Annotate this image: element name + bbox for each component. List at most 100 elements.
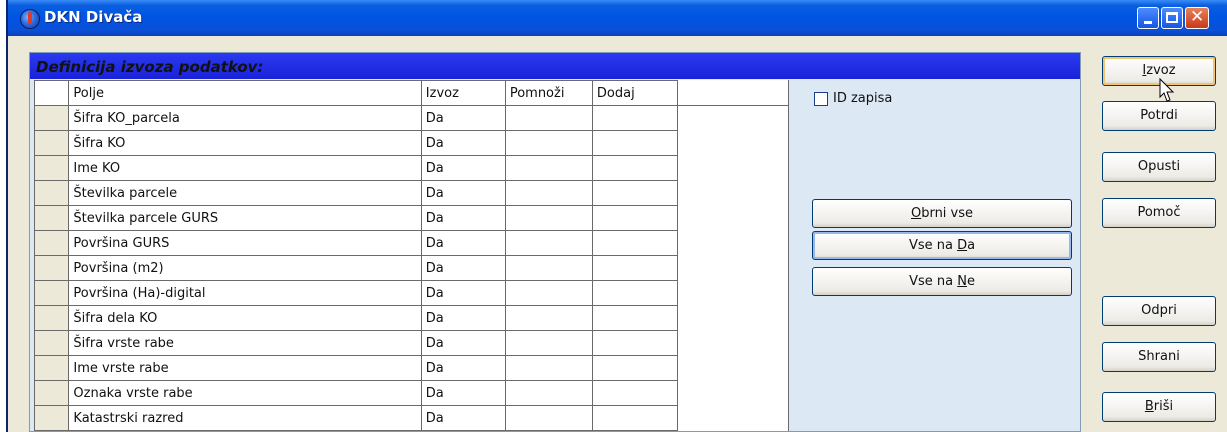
cell-izvoz[interactable]: Da xyxy=(420,380,506,406)
table-row[interactable]: Površina (m2) Da xyxy=(33,255,679,281)
column-header-polje[interactable]: Polje xyxy=(68,80,422,106)
obrni-vse-button[interactable]: Obrni vse xyxy=(812,199,1072,228)
shrani-button[interactable]: Shrani xyxy=(1102,342,1216,372)
cell-polje[interactable]: Katastrski razred xyxy=(68,405,422,431)
row-selector[interactable] xyxy=(33,330,70,356)
cell-pomnozi[interactable] xyxy=(504,380,593,406)
cell-polje[interactable]: Šifra vrste rabe xyxy=(68,330,422,356)
column-header-pomnozi[interactable]: Pomnoži xyxy=(504,80,593,106)
table-row[interactable]: Površina GURS Da xyxy=(33,230,679,256)
cell-pomnozi[interactable] xyxy=(504,105,593,131)
cell-dodaj[interactable] xyxy=(591,330,679,356)
row-selector[interactable] xyxy=(33,255,70,281)
cell-polje[interactable]: Površina GURS xyxy=(68,230,422,256)
column-header-dodaj[interactable]: Dodaj xyxy=(591,80,679,106)
cell-izvoz[interactable]: Da xyxy=(420,155,506,181)
cell-pomnozi[interactable] xyxy=(504,230,593,256)
maximize-button[interactable] xyxy=(1161,7,1183,29)
cell-pomnozi[interactable] xyxy=(504,205,593,231)
close-button[interactable]: ✕ xyxy=(1185,7,1209,29)
table-row[interactable]: Šifra vrste rabe Da xyxy=(33,330,679,356)
table-row[interactable]: Površina (Ha)-digital Da xyxy=(33,280,679,306)
table-row[interactable]: Šifra dela KO Da xyxy=(33,305,679,331)
cell-dodaj[interactable] xyxy=(591,355,679,381)
table-row[interactable]: Šifra KO_parcela Da xyxy=(33,105,679,131)
cell-dodaj[interactable] xyxy=(591,255,679,281)
cell-dodaj[interactable] xyxy=(591,130,679,156)
id-zapisa-checkbox-wrap[interactable]: ID zapisa xyxy=(814,91,892,106)
title-bar[interactable]: DKN Divača ✕ xyxy=(8,0,1227,36)
cell-pomnozi[interactable] xyxy=(504,155,593,181)
cell-polje[interactable]: Šifra KO_parcela xyxy=(68,105,422,131)
table-row[interactable]: Šifra KO Da xyxy=(33,130,679,156)
cell-izvoz[interactable]: Da xyxy=(420,130,506,156)
pomoc-button[interactable]: Pomoč xyxy=(1102,198,1216,228)
table-row[interactable]: Številka parcele Da xyxy=(33,180,679,206)
cell-polje[interactable]: Številka parcele xyxy=(68,180,422,206)
opusti-label: Opusti xyxy=(1137,159,1181,174)
cell-polje[interactable]: Ime KO xyxy=(68,155,422,181)
row-selector[interactable] xyxy=(33,205,70,231)
cell-dodaj[interactable] xyxy=(591,405,679,431)
cell-polje[interactable]: Šifra dela KO xyxy=(68,305,422,331)
table-row[interactable]: Oznaka vrste rabe Da xyxy=(33,380,679,406)
cell-pomnozi[interactable] xyxy=(504,255,593,281)
cell-izvoz[interactable]: Da xyxy=(420,305,506,331)
row-selector[interactable] xyxy=(33,280,70,306)
cell-pomnozi[interactable] xyxy=(504,180,593,206)
cell-izvoz[interactable]: Da xyxy=(420,205,506,231)
brisi-button[interactable]: Briši xyxy=(1102,392,1216,422)
opusti-button[interactable]: Opusti xyxy=(1102,152,1216,182)
cell-pomnozi[interactable] xyxy=(504,330,593,356)
cell-dodaj[interactable] xyxy=(591,105,679,131)
minimize-button[interactable] xyxy=(1137,7,1159,29)
odpri-button[interactable]: Odpri xyxy=(1102,296,1216,326)
cell-izvoz[interactable]: Da xyxy=(420,330,506,356)
table-row[interactable]: Številka parcele GURS Da xyxy=(33,205,679,231)
row-selector[interactable] xyxy=(33,230,70,256)
cell-pomnozi[interactable] xyxy=(504,280,593,306)
cell-polje[interactable]: Površina (Ha)-digital xyxy=(68,280,422,306)
cell-izvoz[interactable]: Da xyxy=(420,230,506,256)
cell-pomnozi[interactable] xyxy=(504,130,593,156)
row-selector[interactable] xyxy=(33,380,70,406)
cell-izvoz[interactable]: Da xyxy=(420,355,506,381)
vse-na-ne-button[interactable]: Vse na Ne xyxy=(812,267,1072,296)
cell-dodaj[interactable] xyxy=(591,280,679,306)
row-selector[interactable] xyxy=(33,180,70,206)
cell-izvoz[interactable]: Da xyxy=(420,105,506,131)
cell-pomnozi[interactable] xyxy=(504,305,593,331)
cell-izvoz[interactable]: Da xyxy=(420,255,506,281)
cell-polje[interactable]: Površina (m2) xyxy=(68,255,422,281)
row-selector[interactable] xyxy=(33,105,70,131)
row-selector[interactable] xyxy=(33,155,70,181)
cell-izvoz[interactable]: Da xyxy=(420,180,506,206)
cell-dodaj[interactable] xyxy=(591,180,679,206)
cell-polje[interactable]: Številka parcele GURS xyxy=(68,205,422,231)
row-selector[interactable] xyxy=(33,405,70,431)
cell-dodaj[interactable] xyxy=(591,230,679,256)
cell-polje[interactable]: Oznaka vrste rabe xyxy=(68,380,422,406)
cell-pomnozi[interactable] xyxy=(504,355,593,381)
app-globe-icon[interactable] xyxy=(20,9,40,29)
row-selector[interactable] xyxy=(33,305,70,331)
column-header-izvoz[interactable]: Izvoz xyxy=(420,80,506,106)
cell-dodaj[interactable] xyxy=(591,305,679,331)
cell-izvoz[interactable]: Da xyxy=(420,280,506,306)
table-row[interactable]: Ime KO Da xyxy=(33,155,679,181)
cell-pomnozi[interactable] xyxy=(504,405,593,431)
cell-dodaj[interactable] xyxy=(591,205,679,231)
brisi-accel: B xyxy=(1144,399,1154,414)
cell-izvoz[interactable]: Da xyxy=(420,405,506,431)
cell-dodaj[interactable] xyxy=(591,380,679,406)
table-row[interactable]: Ime vrste rabe Da xyxy=(33,355,679,381)
cell-polje[interactable]: Šifra KO xyxy=(68,130,422,156)
vse-na-da-button[interactable]: Vse na Da xyxy=(812,231,1072,260)
table-row[interactable]: Katastrski razred Da xyxy=(33,405,679,431)
cell-dodaj[interactable] xyxy=(591,155,679,181)
id-zapisa-checkbox[interactable] xyxy=(814,91,828,106)
row-selector[interactable] xyxy=(33,355,70,381)
cell-polje[interactable]: Ime vrste rabe xyxy=(68,355,422,381)
export-fields-grid[interactable]: Polje Izvoz Pomnoži Dodaj Šifra KO_parce… xyxy=(33,80,679,431)
row-selector[interactable] xyxy=(33,130,70,156)
